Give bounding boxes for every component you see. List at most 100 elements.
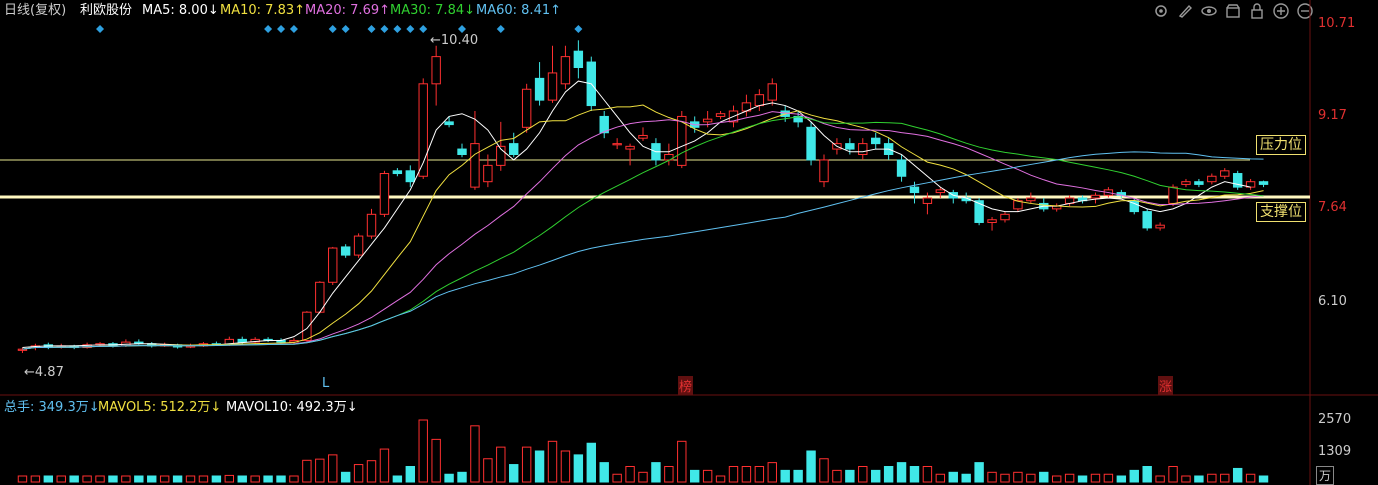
candle-body [302,311,312,341]
volume-bar [780,469,790,483]
candle-body [1220,170,1230,177]
high-label-value: 10.40 [440,33,479,48]
total-volume-label: 总手: 349.3万↓ [4,400,100,415]
marker-zhang: 涨 [1158,376,1174,395]
volume-bar [392,475,403,483]
high-label: ←10.40 [430,33,479,48]
volume-bar [224,474,235,483]
volume-bars [17,419,1269,483]
volume-bar [560,450,571,483]
candle-body [702,118,713,123]
volume-bar [806,450,816,483]
volume-bar [909,466,920,483]
candle-body [1168,186,1178,204]
volume-bar [1013,471,1023,483]
volume-bar [870,469,881,483]
volume-bar [444,473,454,483]
volume-bar [702,469,713,483]
pressure-tag[interactable]: 压力位 [1256,135,1306,155]
volume-bar [974,462,984,483]
volume-bar [483,458,493,483]
volume-bar [328,454,338,483]
volume-bar [366,460,377,483]
volume-bar [767,462,777,483]
volume-tick-1: 1309 [1318,444,1352,459]
candle-body [715,113,726,117]
volume-bar [315,458,325,483]
volume-bar [935,473,946,483]
volume-bar [198,475,209,483]
volume-bar [108,475,118,483]
marker-bang: 榜 [678,376,694,395]
candle-body [974,200,984,223]
signal-diamond [289,25,298,33]
volume-bar [1181,475,1191,483]
candle-body [1142,211,1152,229]
volume-bar [470,425,480,483]
price-tick-2: 7.64 [1318,200,1347,215]
ma30-line [22,116,1264,350]
candle-body [573,50,584,68]
candle-body [612,143,622,146]
signal-markers [96,25,583,33]
ma-lines [22,80,1264,350]
volume-bar [211,475,222,483]
volume-bar [250,475,260,483]
volume-bar [1039,471,1049,483]
volume-bar [1129,469,1139,483]
volume-bar [1220,473,1230,483]
price-tick-0: 10.71 [1318,16,1356,31]
candle-body [1000,213,1010,221]
candle-body [379,173,390,215]
volume-bar [1077,475,1088,483]
volume-bar [728,466,739,483]
volume-bar [457,471,467,483]
volume-bar [379,448,390,483]
volume-bar [147,475,157,483]
volume-bar [1258,475,1269,483]
mavol5-label: MAVOL5: 512.2万↓ [98,400,222,415]
volume-bar [82,475,92,483]
volume-bar [858,466,868,483]
volume-bar [172,475,183,483]
signal-diamond [264,25,273,33]
candle-body [547,72,558,101]
volume-bar [845,469,855,483]
candle-body [845,143,855,150]
candle-body [1026,197,1036,202]
volume-bar [276,475,286,483]
candle-body [17,348,28,351]
candle-body [1090,194,1101,199]
volume-bar [56,475,66,483]
volume-bar [1051,475,1062,483]
volume-bar [1194,475,1204,483]
volume-bar [896,462,907,483]
volume-bar [353,464,364,483]
volume-bar [625,466,635,483]
signal-diamond [406,25,415,33]
candle-body [560,56,571,85]
volume-bar [1090,473,1101,483]
volume-bar [1232,467,1243,483]
volume-unit: 万 [1316,466,1335,485]
support-tag[interactable]: 支撑位 [1256,202,1306,222]
volume-bar [599,462,609,483]
volume-bar [677,440,687,483]
candle-body [1181,181,1191,185]
ma5-line [22,80,1251,349]
candle-body [509,143,519,155]
volume-bar [1064,473,1075,483]
volume-bar [690,469,700,483]
volume-bar [741,466,752,483]
candle-body [521,88,532,128]
volume-bar [832,469,842,483]
candle-body [1207,175,1217,183]
mavol10-label: MAVOL10: 492.3万↓ [226,400,358,415]
candle-body [444,121,454,126]
volume-bar [237,475,247,483]
volume-bar [948,471,958,483]
volume-bar [638,471,648,483]
volume-bar [1168,466,1178,483]
volume-header: 总手: 349.3万↓ MAVOL5: 512.2万↓ MAVOL10: 492… [0,397,1378,419]
volume-bar [418,419,428,483]
